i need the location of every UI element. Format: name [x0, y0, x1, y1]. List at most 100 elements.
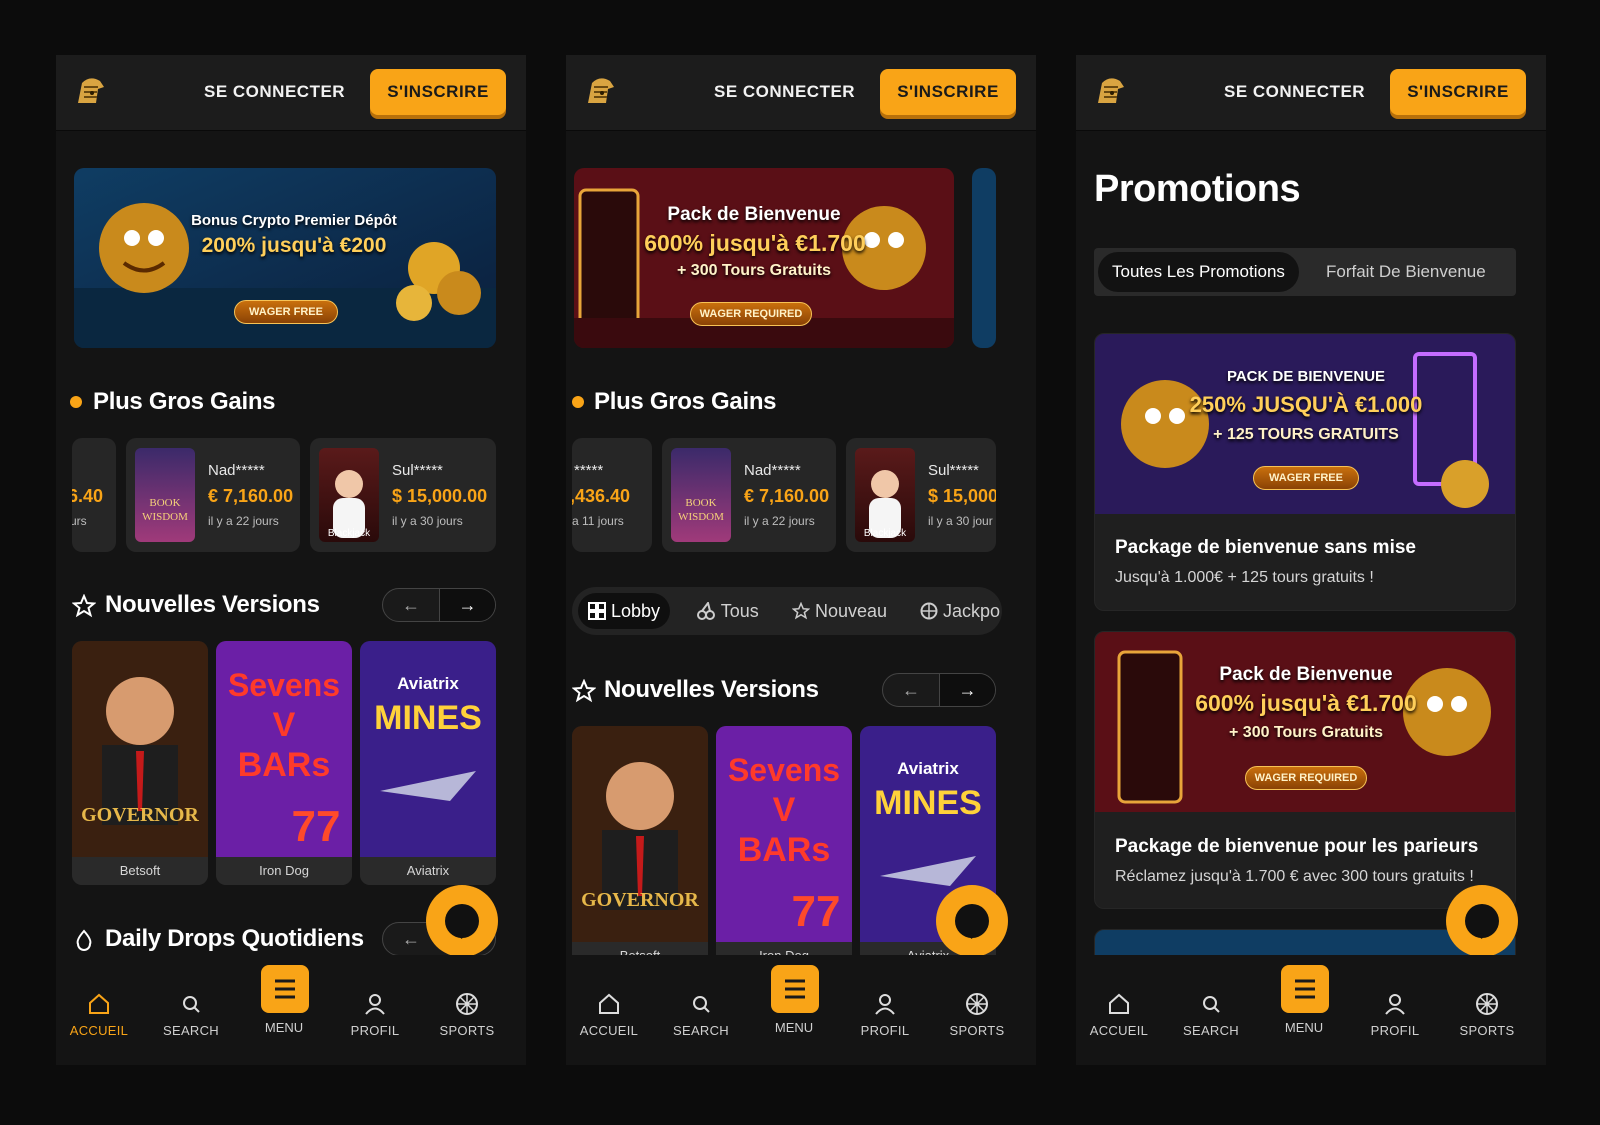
nav-label: SEARCH: [1183, 1023, 1239, 1038]
arrow-right-icon[interactable]: →: [939, 674, 995, 706]
win-card[interactable]: WISDOM BOOK Nad***** € 7,160.00 il y a 22…: [126, 438, 300, 552]
menu-button[interactable]: [1281, 965, 1329, 1013]
win-amount: € 7,160.00: [208, 486, 294, 506]
nav-profile[interactable]: PROFIL: [845, 991, 925, 1038]
tab-lobby[interactable]: Lobby: [578, 593, 671, 629]
nav-search[interactable]: SEARCH: [1171, 991, 1251, 1038]
nav-sports[interactable]: SPORTS: [427, 991, 507, 1038]
win-time: a 11 jours: [572, 514, 624, 528]
game-tile-governor[interactable]: GOVERNOR Betsoft: [72, 641, 208, 885]
signup-button[interactable]: S'INSCRIRE: [370, 69, 506, 115]
pharaoh-logo-icon[interactable]: [580, 73, 620, 113]
menu-button[interactable]: [261, 965, 309, 1013]
win-time: il y a 22 jours: [744, 514, 815, 528]
thumb-text: BOOK: [149, 497, 180, 509]
star-icon: [791, 601, 811, 620]
arrow-right-icon[interactable]: →: [439, 589, 495, 621]
nav-label: PROFIL: [350, 1023, 400, 1038]
nav-label: SEARCH: [163, 1023, 219, 1038]
win-card[interactable]: ***** ,436.40 a 11 jours: [572, 438, 652, 552]
carousel-nav: ← →: [382, 588, 496, 622]
game-art-text: GOVERNOR: [81, 804, 199, 826]
arrow-left-icon[interactable]: ←: [383, 589, 439, 621]
game-art-text: V: [273, 706, 296, 744]
promo-banner-subline: + 300 Tours Gratuits: [1229, 724, 1383, 741]
chat-button[interactable]: [936, 885, 1008, 957]
win-amount: $ 15,000.00: [392, 486, 488, 506]
chat-icon: [1465, 904, 1499, 939]
tab-welcome-package[interactable]: Forfait De Bienvenue: [1312, 252, 1500, 292]
search-icon: [183, 996, 200, 1013]
login-button[interactable]: SE CONNECTER: [204, 82, 345, 102]
game-art-text: V: [773, 791, 796, 829]
nav-search[interactable]: SEARCH: [151, 991, 231, 1038]
tab-label: Nouveau: [815, 601, 888, 621]
nav-sports[interactable]: SPORTS: [1447, 991, 1527, 1038]
grid-icon: [588, 602, 606, 620]
nav-search[interactable]: SEARCH: [661, 991, 741, 1038]
nav-home[interactable]: ACCUEIL: [569, 991, 649, 1038]
nav-label: MENU: [774, 1020, 814, 1035]
game-art-text: BARs: [738, 831, 831, 869]
home-icon: [599, 993, 619, 1014]
win-amount: € 7,160.00: [744, 486, 830, 506]
signup-button[interactable]: S'INSCRIRE: [880, 69, 1016, 115]
nav-profile[interactable]: PROFIL: [1355, 991, 1435, 1038]
promotion-name: Package de bienvenue sans mise: [1115, 537, 1416, 558]
star-icon: [572, 679, 596, 703]
win-card[interactable]: Blackjack Sul***** $ 15,000.00 il y a 30…: [310, 438, 496, 552]
chat-button[interactable]: [1446, 885, 1518, 957]
user-icon: [365, 994, 385, 1015]
section-title-new-releases: Nouvelles Versions: [105, 591, 320, 618]
game-tile-governor[interactable]: GOVERNOR Betsoft: [572, 726, 708, 970]
nav-label: ACCUEIL: [69, 1023, 129, 1038]
section-title-daily-drops: Daily Drops Quotidiens: [105, 925, 364, 952]
game-provider: Aviatrix: [360, 857, 496, 885]
tab-all-promotions[interactable]: Toutes Les Promotions: [1098, 252, 1299, 292]
game-art-text: 77: [292, 802, 341, 851]
chat-button[interactable]: [426, 885, 498, 957]
game-tile-sevens-bars[interactable]: SevensVBARs77 Iron Dog: [216, 641, 352, 885]
promo-banner-welcome[interactable]: Pack de Bienvenue 600% jusqu'à €1.700 + …: [574, 168, 954, 348]
mobile-screen-home: SE CONNECTER S'INSCRIRE Bonus Crypto Pre…: [56, 55, 526, 1065]
nav-home[interactable]: ACCUEIL: [59, 991, 139, 1038]
tab-label: Lobby: [611, 601, 661, 621]
tab-all[interactable]: Tous: [686, 593, 769, 629]
ball-icon: [1476, 993, 1498, 1015]
banner-headline: 200% jusqu'à €200: [201, 234, 387, 257]
menu-icon: [1295, 979, 1315, 999]
promotion-card[interactable]: Pack de Bienvenue 600% jusqu'à €1.700 + …: [1094, 631, 1516, 909]
game-art-text: Sevens: [228, 667, 340, 703]
tab-new[interactable]: Nouveau: [782, 593, 897, 629]
game-provider: Iron Dog: [216, 857, 352, 885]
nav-profile[interactable]: PROFIL: [335, 991, 415, 1038]
win-user: Sul*****: [928, 462, 979, 479]
home-icon: [89, 993, 109, 1014]
promo-banner-next[interactable]: [972, 168, 996, 348]
game-art-text: 77: [792, 887, 841, 936]
game-thumb-blackjack: Blackjack: [855, 448, 915, 542]
tab-jackpot[interactable]: Jackpo: [910, 593, 1010, 629]
thumb-text: WISDOM: [678, 511, 724, 523]
promotion-card[interactable]: PACK DE BIENVENUE 250% JUSQU'À €1.000 + …: [1094, 333, 1516, 611]
promotion-description: Jusqu'à 1.000€ + 125 tours gratuits !: [1115, 569, 1374, 586]
game-tile-sevens-bars[interactable]: SevensVBARs77 Iron Dog: [716, 726, 852, 970]
win-card[interactable]: Blackjack Sul***** $ 15,000 il y a 30 jo…: [846, 438, 996, 552]
thumb-text: Blackjack: [864, 528, 907, 539]
win-time: urs: [72, 514, 87, 528]
win-card[interactable]: 6.40 urs: [72, 438, 116, 552]
nav-label: SPORTS: [439, 1023, 495, 1038]
pharaoh-logo-icon[interactable]: [70, 73, 110, 113]
nav-home[interactable]: ACCUEIL: [1079, 991, 1159, 1038]
game-art-text: MINES: [874, 784, 982, 822]
login-button[interactable]: SE CONNECTER: [714, 82, 855, 102]
wager-free-pill: WAGER FREE: [1253, 466, 1359, 490]
arrow-left-icon[interactable]: ←: [883, 674, 939, 706]
menu-button[interactable]: [771, 965, 819, 1013]
win-card[interactable]: BOOK WISDOM Nad***** € 7,160.00 il y a 22…: [662, 438, 836, 552]
promo-banner-crypto[interactable]: Bonus Crypto Premier Dépôt 200% jusqu'à …: [74, 168, 496, 348]
drops-icon: [76, 929, 92, 951]
game-tile-aviatrix-mines[interactable]: Aviatrix MINES Aviatrix: [360, 641, 496, 885]
nav-sports[interactable]: SPORTS: [937, 991, 1017, 1038]
game-art-text: Aviatrix: [397, 674, 459, 693]
